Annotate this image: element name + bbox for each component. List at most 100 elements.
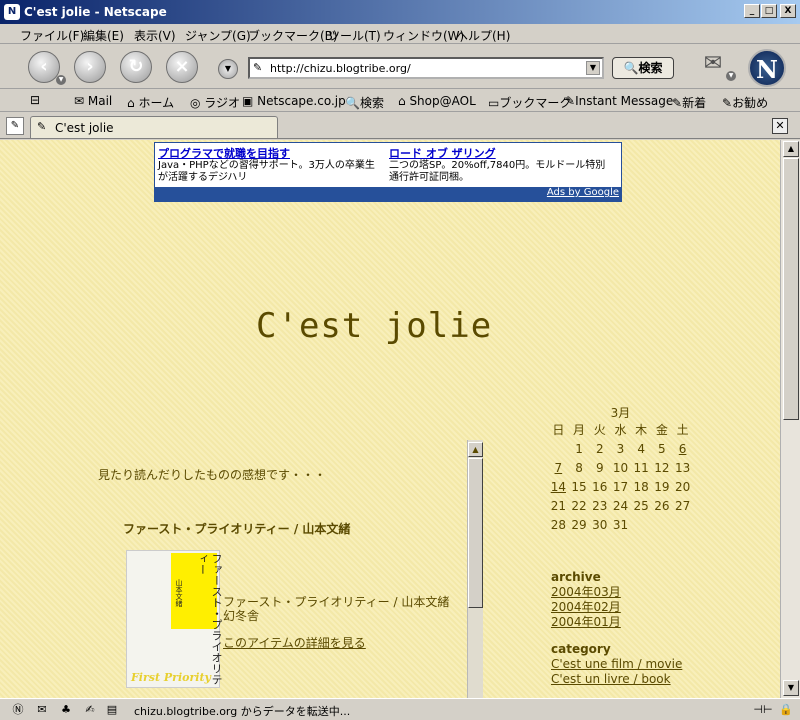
link-icon: ✎ bbox=[722, 96, 733, 110]
calendar: 3月 日 月 火 水 木 金 土 1 2 3 4 5 6 7 8 9 10 11… bbox=[548, 404, 693, 534]
ads-by-google-link[interactable]: Ads by Google bbox=[155, 187, 621, 201]
tab-toolbar-icon[interactable]: ⊟ bbox=[30, 93, 56, 109]
menu-help[interactable]: ヘルプ(H) bbox=[456, 27, 510, 44]
tab-cest-jolie[interactable]: ✎ C'est jolie bbox=[30, 116, 278, 138]
archive-link[interactable]: 2004年01月 bbox=[551, 615, 621, 630]
category-link[interactable]: C'est un livre / book bbox=[551, 672, 682, 687]
security-lock-icon: 🔒 bbox=[779, 703, 793, 716]
calendar-day: 4 bbox=[637, 441, 645, 456]
menu-file[interactable]: ファイル(F) bbox=[20, 27, 84, 44]
scroll-down-icon[interactable]: ▼ bbox=[783, 680, 799, 696]
link-icon: ✎ bbox=[672, 96, 683, 110]
menu-tools[interactable]: ツール(T) bbox=[328, 27, 381, 44]
bookmark-folder[interactable]: ▭ブックマーク bbox=[488, 94, 571, 111]
netscape-status-icon[interactable]: Ⓝ bbox=[10, 703, 26, 717]
book-detail-link[interactable]: このアイテムの詳細を見る bbox=[223, 634, 366, 651]
scroll-up-icon[interactable]: ▲ bbox=[468, 442, 483, 457]
netscape-app-icon: N bbox=[4, 4, 20, 20]
url-dropdown-icon[interactable]: ▼ bbox=[586, 61, 600, 75]
url-bar[interactable]: ✎ ▼ bbox=[248, 57, 604, 79]
search-button[interactable]: 🔍検索 bbox=[612, 57, 674, 79]
book-cover-image[interactable]: ファースト・プライオリティー 山本文緒 First Priority bbox=[126, 550, 223, 688]
bookmark-netscape[interactable]: ▣ Netscape.co.jp bbox=[242, 94, 346, 108]
menu-bookmarks[interactable]: ブックマーク(B) bbox=[248, 27, 338, 44]
minimize-button[interactable]: _ bbox=[744, 4, 760, 18]
new-tab-icon[interactable]: ✎ bbox=[6, 117, 24, 135]
menu-view[interactable]: 表示(V) bbox=[134, 27, 176, 44]
calendar-day bbox=[652, 515, 673, 534]
calendar-day-link[interactable]: 7 bbox=[548, 458, 569, 477]
bookmark-recommend[interactable]: ✎お勧め bbox=[722, 94, 768, 111]
weekday: 月 bbox=[573, 423, 586, 437]
archive-link[interactable]: 2004年03月 bbox=[551, 585, 621, 600]
navigation-toolbar: ‹ ▼ › ↻ × ▼ ✎ ▼ 🔍検索 ✉ ▼ N bbox=[0, 45, 800, 89]
bookmark-instant-message[interactable]: ✎Instant Message bbox=[565, 94, 673, 108]
calendar-day: 12 bbox=[654, 460, 670, 475]
calendar-month: 3月 bbox=[610, 406, 631, 420]
ad-1-title[interactable]: プログラマで就職を目指す bbox=[158, 145, 290, 161]
bookmark-home[interactable]: ⌂ ホーム bbox=[127, 94, 174, 111]
close-tab-icon[interactable]: ✕ bbox=[772, 118, 788, 134]
close-window-button[interactable]: X bbox=[780, 4, 796, 18]
bookmark-search[interactable]: 🔍検索 bbox=[345, 94, 384, 111]
archive-link[interactable]: 2004年02月 bbox=[551, 600, 621, 615]
address-book-icon[interactable]: ▤ bbox=[104, 703, 120, 717]
calendar-day: 22 bbox=[571, 498, 587, 513]
calendar-weekdays: 日 月 火 水 木 金 土 bbox=[548, 420, 693, 439]
book-cover-english-title: First Priority bbox=[131, 671, 211, 684]
link-icon: ✎ bbox=[565, 94, 576, 108]
calendar-day: 15 bbox=[571, 479, 587, 494]
calendar-day: 19 bbox=[654, 479, 670, 494]
maximize-button[interactable]: □ bbox=[761, 4, 777, 18]
forward-arrow-icon[interactable]: › bbox=[74, 51, 106, 83]
page-icon: ✎ bbox=[253, 61, 263, 74]
netscape-logo-icon[interactable]: N bbox=[748, 49, 786, 87]
google-ad-box: プログラマで就職を目指す Java・PHPなどの習得サポート。3万人の卒業生 が… bbox=[154, 142, 622, 202]
print-icon[interactable]: ✉ bbox=[698, 51, 728, 81]
category-link[interactable]: C'est une film / movie bbox=[551, 657, 682, 672]
calendar-day: 24 bbox=[612, 498, 629, 513]
scroll-thumb[interactable] bbox=[783, 158, 799, 420]
weekday: 土 bbox=[676, 423, 689, 437]
ad-2-title[interactable]: ロード オブ ザリング bbox=[389, 145, 496, 161]
reload-icon[interactable]: ↻ bbox=[120, 51, 152, 83]
url-input[interactable] bbox=[270, 61, 570, 76]
connection-icon: ⊣⊢ bbox=[753, 703, 773, 716]
calendar-day: 8 bbox=[575, 460, 583, 475]
calendar-day: 2 bbox=[595, 441, 604, 456]
calendar-day: 31 bbox=[612, 517, 629, 532]
scroll-up-icon[interactable]: ▲ bbox=[783, 141, 799, 157]
composer-icon[interactable]: ✍ bbox=[82, 703, 98, 717]
netscape-my-icon: ▣ bbox=[242, 94, 258, 108]
mail-icon[interactable]: ✉ bbox=[34, 703, 50, 717]
bookmark-search-label: 検索 bbox=[359, 96, 384, 110]
bookmark-radio[interactable]: ◎ ラジオ bbox=[190, 94, 240, 111]
bookmark-new[interactable]: ✎新着 bbox=[672, 94, 706, 111]
menu-go[interactable]: ジャンプ(G) bbox=[185, 27, 251, 44]
back-dropdown-icon[interactable]: ▼ bbox=[56, 75, 66, 85]
post-title[interactable]: ファースト・プライオリティー / 山本文緒 bbox=[123, 520, 350, 537]
weekday: 日 bbox=[552, 423, 565, 437]
scroll-thumb[interactable] bbox=[468, 458, 483, 608]
print-dropdown-icon[interactable]: ▼ bbox=[726, 71, 736, 81]
page-scrollbar[interactable]: ▲ ▼ bbox=[780, 140, 800, 698]
menu-edit[interactable]: 編集(E) bbox=[83, 27, 124, 44]
bookmarks-toolbar: ⊟ ✉ Mail ⌂ ホーム ◎ ラジオ ▣ Netscape.co.jp 🔍検… bbox=[0, 90, 800, 112]
url-history-dropdown-icon[interactable]: ▼ bbox=[218, 59, 238, 79]
archive-section: archive 2004年03月 2004年02月 2004年01月 bbox=[551, 570, 621, 630]
ad-2-line-1: 二つの塔SP。20%off,7840円。モルドール特別 bbox=[389, 160, 606, 171]
page-content: プログラマで就職を目指す Java・PHPなどの習得サポート。3万人の卒業生 が… bbox=[0, 140, 780, 698]
bookmark-mail[interactable]: ✉ Mail bbox=[74, 94, 112, 108]
book-cover-author: 山本文緒 bbox=[175, 579, 183, 607]
radio-icon: ◎ bbox=[190, 96, 205, 110]
ad-2-line-2: 通行許可証同梱。 bbox=[389, 172, 469, 183]
calendar-day-link[interactable]: 6 bbox=[672, 439, 693, 458]
bookmark-shop-aol[interactable]: ⌂ Shop@AOL bbox=[398, 94, 476, 108]
aim-icon[interactable]: ♣ bbox=[58, 703, 74, 717]
shop-icon: ⌂ bbox=[398, 94, 410, 108]
menu-window[interactable]: ウィンドウ(W) bbox=[383, 27, 464, 44]
stop-icon[interactable]: × bbox=[166, 51, 198, 83]
calendar-day-link[interactable]: 14 bbox=[548, 477, 569, 496]
entries-scrollbar[interactable]: ▲ bbox=[467, 440, 483, 698]
site-description: 見たり読んだりしたものの感想です・・・ bbox=[98, 468, 327, 482]
